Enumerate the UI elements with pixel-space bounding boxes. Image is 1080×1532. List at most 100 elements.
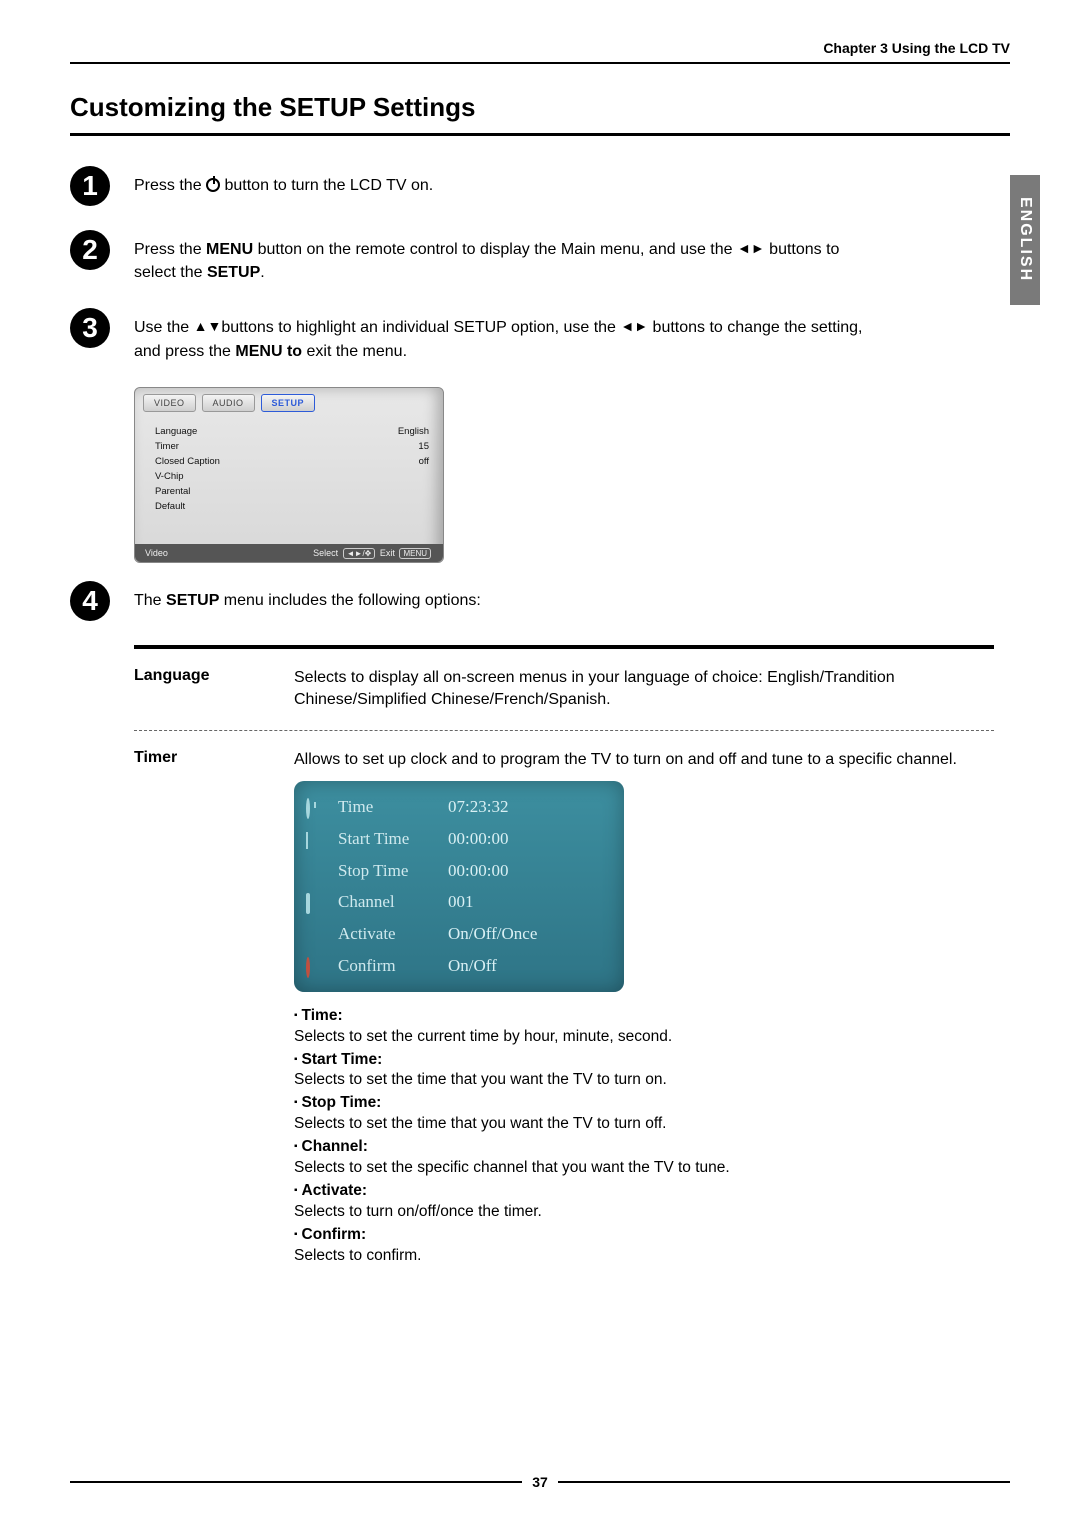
step-3: 3 Use the ▲▼buttons to highlight an indi…	[70, 308, 1010, 362]
start-flag-icon	[306, 832, 308, 849]
option-body: Allows to set up clock and to program th…	[294, 749, 994, 1267]
timer-row: Time07:23:32	[306, 791, 612, 823]
bullet-title: Start Time:	[302, 1051, 383, 1068]
timer-label: Channel	[338, 890, 448, 914]
text: menu includes the following options:	[219, 592, 481, 609]
timer-value: 00:00:00	[448, 859, 508, 883]
timer-row: ActivateOn/Off/Once	[306, 918, 612, 950]
option-desc: Allows to set up clock and to program th…	[294, 749, 994, 771]
osd-label: Default	[155, 501, 185, 512]
osd-setup-menu: VIDEO AUDIO SETUP LanguageEnglish Timer1…	[134, 387, 444, 563]
osd-value: off	[419, 456, 429, 467]
osd-label: Language	[155, 426, 197, 437]
timer-osd: Time07:23:32 Start Time00:00:00 Stop Tim…	[294, 781, 624, 992]
step-4: 4 The SETUP menu includes the following …	[70, 581, 1010, 621]
step-number: 3	[70, 308, 110, 348]
page-title: Customizing the SETUP Settings	[70, 92, 1010, 123]
osd-row: Language English	[155, 424, 429, 439]
power-icon	[206, 178, 220, 192]
header-rule	[70, 62, 1010, 64]
bullet-title: Time:	[302, 1007, 343, 1024]
option-language-row: Language Selects to display all on-scree…	[134, 649, 994, 731]
up-down-arrows-icon: ▲▼	[194, 318, 222, 334]
menu-button-icon: MENU	[399, 548, 431, 559]
osd-label: Closed Caption	[155, 456, 220, 467]
bullet-title: Stop Time:	[302, 1094, 382, 1111]
left-right-arrows-icon: ◄►	[737, 240, 765, 256]
nav-arrows-icon: ◄►/✥	[343, 548, 376, 559]
bullet-square-icon: ▪	[294, 1054, 298, 1065]
timer-value: 001	[448, 890, 474, 914]
text: buttons to highlight an individual SETUP…	[221, 319, 620, 336]
step-text: Press the button to turn the LCD TV on.	[134, 166, 433, 197]
bullet-title: Activate:	[302, 1182, 367, 1199]
timer-label: Time	[338, 795, 448, 819]
bullet: ▪Confirm:Selects to confirm.	[294, 1225, 994, 1267]
bullet-square-icon: ▪	[294, 1185, 298, 1196]
step-1: 1 Press the button to turn the LCD TV on…	[70, 166, 1010, 206]
title-rule	[70, 133, 1010, 136]
step-2: 2 Press the MENU button on the remote co…	[70, 230, 1010, 284]
bullet-title: Confirm:	[302, 1226, 367, 1243]
timer-label: Confirm	[338, 954, 448, 978]
osd-footer: Video Select ◄►/✥ Exit MENU	[135, 544, 443, 562]
osd-label: Timer	[155, 441, 179, 452]
osd-row: Closed Caption off	[155, 454, 429, 469]
text: button on the remote control to display …	[253, 241, 737, 258]
option-label: Timer	[134, 749, 294, 1267]
options-table: Language Selects to display all on-scree…	[134, 645, 994, 1285]
language-side-tab: ENGLISH	[1010, 175, 1040, 305]
bullet-desc: Selects to set the time that you want th…	[294, 1115, 667, 1132]
bullet: ▪Activate:Selects to turn on/off/once th…	[294, 1181, 994, 1223]
osd-row: V-Chip	[155, 469, 429, 484]
osd-value: English	[398, 426, 429, 437]
osd-row: Timer 15	[155, 439, 429, 454]
option-desc: Selects to display all on-screen menus i…	[294, 667, 994, 712]
osd-label: Parental	[155, 486, 190, 497]
osd-footer-controls: Select ◄►/✥ Exit MENU	[313, 548, 433, 558]
timer-row: Channel001	[306, 886, 612, 918]
text-bold: MENU	[206, 241, 253, 258]
text: Press the	[134, 177, 206, 194]
bullet: ▪ Start Time: Selects to set the time that…	[294, 1050, 994, 1092]
text: Use the	[134, 319, 194, 336]
osd-value: 15	[418, 441, 429, 452]
bullet: ▪Time:Selects to set the current time by…	[294, 1006, 994, 1048]
step-number: 2	[70, 230, 110, 270]
text-bold: SETUP	[166, 592, 219, 609]
timer-value: 07:23:32	[448, 795, 508, 819]
bullet-desc: Selects to set the time that you want th…	[294, 1071, 667, 1088]
option-timer-row: Timer Allows to set up clock and to prog…	[134, 731, 994, 1285]
bullet-square-icon: ▪	[294, 1097, 298, 1108]
osd-row: Default	[155, 499, 429, 514]
timer-label: Stop Time	[338, 859, 448, 883]
step-number: 4	[70, 581, 110, 621]
step-number: 1	[70, 166, 110, 206]
timer-value: On/Off/Once	[448, 922, 537, 946]
timer-label: Start Time	[338, 827, 448, 851]
osd-list: Language English Timer 15 Closed Caption of…	[135, 418, 443, 544]
text-bold: SETUP	[207, 264, 260, 281]
osd-label: V-Chip	[155, 471, 184, 482]
step-text: Press the MENU button on the remote cont…	[134, 230, 874, 284]
osd-footer-source: Video	[145, 548, 168, 558]
step-text: Use the ▲▼buttons to highlight an indivi…	[134, 308, 874, 362]
step-text: The SETUP menu includes the following op…	[134, 581, 481, 612]
osd-tab-video: VIDEO	[143, 394, 196, 412]
timer-bullet-list: ▪Time:Selects to set the current time by…	[294, 1006, 994, 1267]
bullet-square-icon: ▪	[294, 1141, 298, 1152]
left-right-arrows-icon: ◄►	[620, 318, 648, 334]
bullet-desc: Selects to set the specific channel that…	[294, 1159, 730, 1176]
timer-label: Activate	[338, 922, 448, 946]
chapter-heading: Chapter 3 Using the LCD TV	[70, 40, 1010, 62]
text: The	[134, 592, 166, 609]
footer-rule	[558, 1481, 1010, 1483]
timer-row: Stop Time00:00:00	[306, 855, 612, 887]
clock-icon	[306, 798, 310, 819]
page-number: 37	[522, 1474, 558, 1490]
timer-value: 00:00:00	[448, 827, 508, 851]
text-bold: MENU to	[235, 343, 302, 360]
bullet-square-icon: ▪	[294, 1229, 298, 1240]
bullet-square-icon: ▪	[294, 1010, 298, 1021]
option-label: Language	[134, 667, 294, 712]
